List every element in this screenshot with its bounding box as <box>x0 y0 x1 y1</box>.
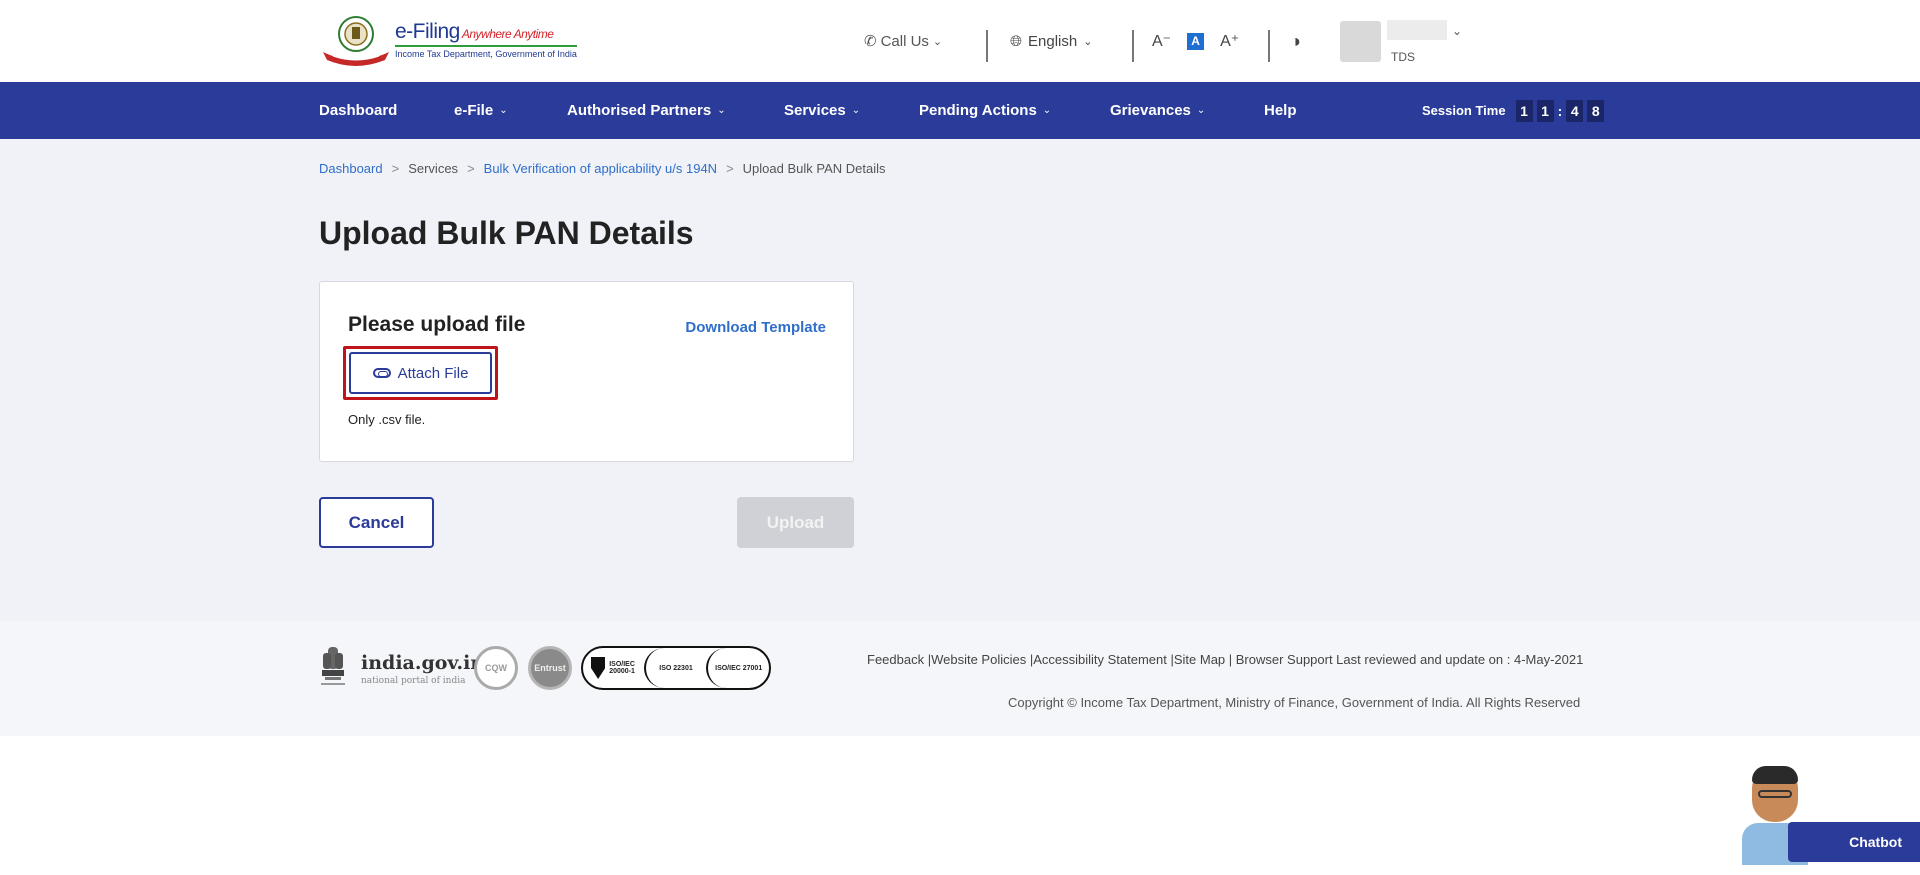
chevron-down-icon: ⌄ <box>1042 105 1052 116</box>
breadcrumb-separator: > <box>391 161 400 176</box>
national-emblem-icon <box>321 647 345 685</box>
font-size-controls: A⁻ A A⁺ <box>1152 0 1239 82</box>
font-default-button[interactable]: A <box>1187 32 1205 50</box>
font-decrease-button[interactable]: A⁻ <box>1152 31 1171 51</box>
main-nav: Dashboard e-File ⌄ Authorised Partners ⌄… <box>0 82 1920 139</box>
entrust-seal-icon: Entrust <box>528 646 572 690</box>
nav-item-help[interactable]: Help <box>1264 82 1297 139</box>
user-menu-chevron-icon[interactable]: ⌄ <box>1452 24 1462 38</box>
shield-icon <box>591 657 606 679</box>
breadcrumb-separator: > <box>726 161 734 176</box>
chevron-down-icon: ⌄ <box>932 35 943 48</box>
contrast-toggle[interactable]: ◑ <box>1290 0 1301 82</box>
session-timer: Session Time 1 1 : 4 8 <box>1422 82 1605 139</box>
language-dropdown[interactable]: 🌐︎ English ⌄ <box>1010 0 1092 82</box>
iso-badge: ISO 22301 <box>643 648 707 688</box>
attach-file-highlight: Attach File <box>343 346 498 400</box>
divider <box>1132 30 1134 62</box>
phone-icon: ✆ <box>864 33 877 50</box>
nav-label: e-File <box>454 102 494 119</box>
attach-file-label: Attach File <box>397 364 469 382</box>
cqw-seal-icon: CQW <box>474 646 518 690</box>
upload-card-title: Please upload file <box>348 313 526 336</box>
breadcrumb-dashboard[interactable]: Dashboard <box>319 161 383 176</box>
contrast-icon: ◑ <box>1290 30 1301 51</box>
session-colon: : <box>1557 102 1563 119</box>
nav-item-efile[interactable]: e-File ⌄ <box>454 82 508 139</box>
nav-item-authorised-partners[interactable]: Authorised Partners ⌄ <box>567 82 726 139</box>
chevron-down-icon: ⌄ <box>1196 105 1206 116</box>
portal-sub: national portal of india <box>361 676 466 686</box>
nav-item-services[interactable]: Services ⌄ <box>784 82 860 139</box>
call-us-label: Call Us <box>880 32 929 50</box>
nav-item-dashboard[interactable]: Dashboard <box>319 82 397 139</box>
logo-title: e-Filing Anywhere Anytime <box>395 19 554 43</box>
portal-name: india.gov.in <box>361 652 485 674</box>
breadcrumb-separator: > <box>467 161 475 176</box>
file-type-hint: Only .csv file. <box>348 412 426 427</box>
breadcrumb-bulk-verification[interactable]: Bulk Verification of applicability u/s 1… <box>484 161 717 176</box>
language-label: English <box>1028 32 1078 50</box>
footer-links[interactable]: Feedback |Website Policies |Accessibilit… <box>867 648 1602 672</box>
page-title: Upload Bulk PAN Details <box>319 215 694 251</box>
top-header: e-Filing Anywhere Anytime Income Tax Depa… <box>0 0 1920 82</box>
footer: india.gov.in national portal of india CQ… <box>0 621 1920 736</box>
chevron-down-icon: ⌄ <box>851 105 861 116</box>
user-name-placeholder <box>1387 20 1447 40</box>
avatar[interactable] <box>1340 21 1381 62</box>
nav-label: Pending Actions <box>919 102 1037 119</box>
iso-certification-badges: ISO/IEC 20000-1 ISO 22301 ISO/IEC 27001 <box>581 646 771 690</box>
call-us-dropdown[interactable]: ✆ Call Us ⌄ <box>864 0 942 82</box>
cancel-button[interactable]: Cancel <box>319 497 434 548</box>
upload-card: Please upload file Download Template Att… <box>319 281 854 462</box>
divider <box>1268 30 1270 62</box>
chatbot-widget[interactable]: Chatbot <box>1740 765 1920 865</box>
logo-subtitle: Income Tax Department, Government of Ind… <box>395 44 577 59</box>
nav-label: Grievances <box>1110 102 1191 119</box>
nav-item-grievances[interactable]: Grievances ⌄ <box>1110 82 1205 139</box>
session-label: Session Time <box>1422 103 1506 118</box>
chevron-down-icon: ⌄ <box>499 105 508 116</box>
chatbot-button[interactable]: Chatbot <box>1788 822 1920 862</box>
iso-badge: ISO/IEC 20000-1 <box>583 648 644 688</box>
breadcrumb: Dashboard > Services > Bulk Verification… <box>319 161 885 176</box>
session-digit: 1 <box>1536 99 1554 122</box>
globe-icon: 🌐︎ <box>1010 32 1023 50</box>
copyright-text: Copyright © Income Tax Department, Minis… <box>1008 695 1581 710</box>
session-digit: 1 <box>1515 99 1533 122</box>
chevron-down-icon: ⌄ <box>717 105 726 116</box>
india-gov-link[interactable]: india.gov.in national portal of india <box>361 652 484 686</box>
chatbot-avatar-icon <box>1752 766 1800 830</box>
nav-label: Authorised Partners <box>567 102 712 119</box>
nav-label: Services <box>784 102 846 119</box>
session-digit: 8 <box>1587 99 1605 122</box>
chevron-down-icon: ⌄ <box>1083 35 1093 48</box>
breadcrumb-services: Services <box>408 161 459 176</box>
efiling-logo[interactable]: e-Filing Anywhere Anytime Income Tax Depa… <box>319 12 577 66</box>
income-tax-emblem-icon <box>323 16 389 66</box>
nav-label: Help <box>1264 102 1297 119</box>
font-increase-button[interactable]: A⁺ <box>1220 31 1239 51</box>
nav-item-pending-actions[interactable]: Pending Actions ⌄ <box>919 82 1051 139</box>
session-digit: 4 <box>1566 99 1584 122</box>
main-content: Dashboard > Services > Bulk Verification… <box>0 139 1920 621</box>
attach-file-button[interactable]: Attach File <box>349 352 492 394</box>
iso-badge: ISO/IEC 27001 <box>706 648 769 688</box>
divider <box>986 30 988 62</box>
upload-button[interactable]: Upload <box>737 497 854 548</box>
nav-label: Dashboard <box>319 102 398 119</box>
breadcrumb-current: Upload Bulk PAN Details <box>742 161 886 176</box>
user-role: TDS <box>1391 50 1415 64</box>
paperclip-icon <box>372 368 391 378</box>
download-template-link[interactable]: Download Template <box>685 319 826 336</box>
